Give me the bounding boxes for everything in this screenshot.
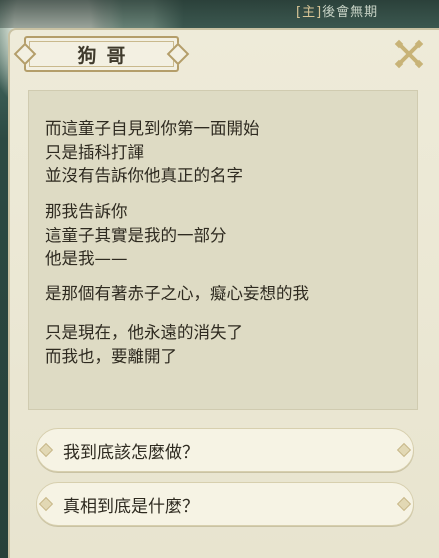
close-button[interactable] bbox=[393, 38, 425, 70]
dialogue-line: 他是我—— bbox=[45, 249, 128, 268]
hud-channel-tag: [主] bbox=[296, 5, 323, 20]
choice-label: 我到底該怎麼做？ bbox=[63, 442, 199, 463]
dialogue-text-box: 而這童子自見到你第一面開始 只是插科打諢 並沒有告訴你他真正的名字 那我告訴你 … bbox=[28, 90, 418, 410]
dialogue-line: 並沒有告訴你他真正的名字 bbox=[45, 166, 243, 185]
choice-option-1[interactable]: 我到底該怎麼做？ bbox=[36, 428, 414, 472]
dialogue-paragraph-4: 只是現在，他永遠的消失了 而我也，要離開了 bbox=[45, 321, 243, 368]
dialogue-line: 那我告訴你 bbox=[45, 202, 128, 221]
speaker-name: 狗哥 bbox=[77, 44, 136, 67]
dialogue-line: 而這童子自見到你第一面開始 bbox=[45, 119, 260, 138]
dialogue-line: 是那個有著赤子之心，癡心妄想的我 bbox=[45, 284, 309, 303]
choice-option-2[interactable]: 真相到底是什麼？ bbox=[36, 482, 414, 526]
hud-message: 後會無期 bbox=[322, 5, 379, 20]
dialogue-paragraph-3: 是那個有著赤子之心，癡心妄想的我 bbox=[45, 282, 309, 306]
dialogue-line: 只是現在，他永遠的消失了 bbox=[45, 323, 243, 342]
close-icon bbox=[394, 39, 424, 69]
choice-label: 真相到底是什麼？ bbox=[63, 496, 199, 517]
dialogue-line: 而我也，要離開了 bbox=[45, 346, 177, 366]
dialogue-paragraph-2: 那我告訴你 這童子其實是我的一部分 他是我—— bbox=[45, 200, 227, 271]
hud-status-text: [主]後會無期 bbox=[296, 2, 439, 24]
speaker-nameplate: 狗哥 bbox=[24, 36, 179, 72]
dialogue-line: 只是插科打諢 bbox=[45, 142, 144, 162]
dialogue-paragraph-1: 而這童子自見到你第一面開始 只是插科打諢 並沒有告訴你他真正的名字 bbox=[45, 117, 260, 188]
dialogue-panel: 狗哥 而這童子自見到你第一面開始 只是插科打諢 並沒有告訴你他真正的名字 那我告… bbox=[8, 28, 439, 558]
dialogue-line: 這童子其實是我的一部分 bbox=[45, 225, 227, 245]
